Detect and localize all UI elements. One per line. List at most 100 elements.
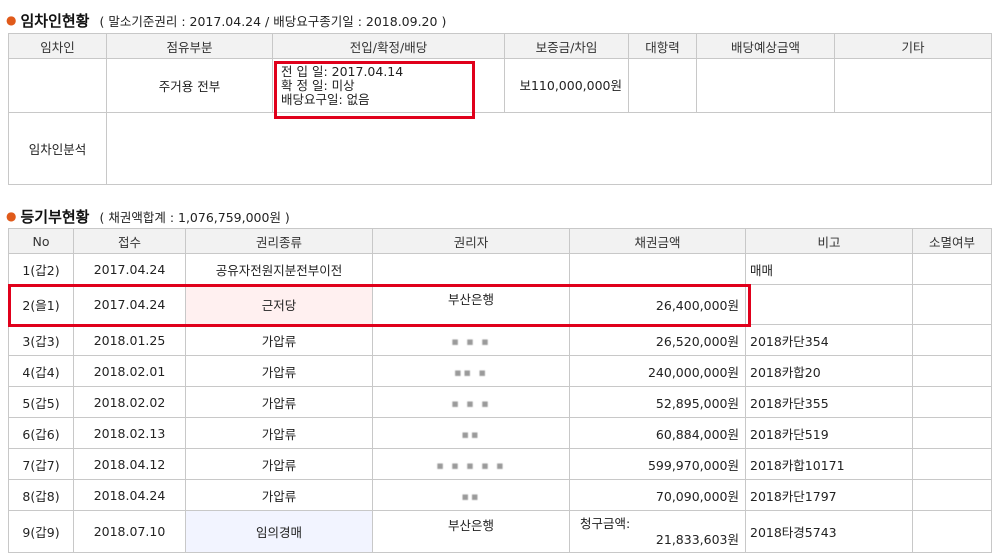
tenant-movein-cell: 전 입 일: 2017.04.14 확 정 일: 미상 배당요구일: 없음 [272,58,505,113]
row-date: 2017.04.24 [73,284,186,325]
row-note: 2018카단354 [745,324,913,356]
row-holder: 부산은행 [372,284,570,325]
col-header-movein: 전입/확정/배당 [272,33,505,59]
row-holder [372,253,570,285]
row-date: 2018.04.24 [73,479,186,511]
row-type: 가압류 [185,324,373,356]
row-note: 2018카단1797 [745,479,913,511]
bullet-icon: ● [6,209,17,223]
row-holder: ▪▪ [372,479,570,511]
row-type: 가압류 [185,448,373,480]
col-header-etc: 기타 [834,33,992,59]
row-note: 2018카합10171 [745,448,913,480]
tenant-row: 주거용 전부 전 입 일: 2017.04.14 확 정 일: 미상 배당요구일… [8,58,992,113]
row-type: 가압류 [185,479,373,511]
row-date: 2017.04.24 [73,253,186,285]
claim-amount-label: 청구금액: [580,515,631,531]
tenant-header-row: 임차인 점유부분 전입/확정/배당 보증금/차임 대항력 배당예상금액 기타 [8,33,992,59]
row-no: 3(갑3) [8,324,74,356]
table-row: 8(갑8) 2018.04.24 가압류 ▪▪ 70,090,000원 2018… [8,479,992,511]
col-header-extinguish: 소멸여부 [912,228,992,254]
redacted-holder: ▪▪ [461,427,481,441]
row-type: 가압류 [185,386,373,418]
col-header-no: No [8,228,74,254]
row-amount: 21,833,603원 [655,531,739,547]
tenant-table: 임차인 점유부분 전입/확정/배당 보증금/차임 대항력 배당예상금액 기타 주… [8,33,992,185]
row-note: 2018카단519 [745,417,913,449]
row-note: 2018카합20 [745,355,913,387]
row-holder: ▪ ▪ ▪ ▪ ▪ [372,448,570,480]
tenant-analysis-row: 임차인분석 [8,112,992,185]
row-extinguish [912,479,992,511]
registry-section-title: 등기부현황 [20,207,90,226]
row-holder: ▪ ▪ ▪ [372,386,570,418]
row-type: 가압류 [185,355,373,387]
row-extinguish [912,510,992,553]
row-no: 5(갑5) [8,386,74,418]
col-header-expected: 배당예상금액 [696,33,835,59]
redacted-holder: ▪ ▪ ▪ [451,334,491,348]
row-date: 2018.02.13 [73,417,186,449]
registry-section-header: ● 등기부현황 ( 채권액합계 : 1,076,759,000원 ) [6,204,290,228]
col-header-note: 비고 [745,228,913,254]
col-header-holder: 권리자 [372,228,570,254]
row-no: 9(갑9) [8,510,74,553]
col-header-right-type: 권리종류 [185,228,373,254]
row-no: 4(갑4) [8,355,74,387]
col-header-receipt: 접수 [73,228,186,254]
registry-header-row: No 접수 권리종류 권리자 채권금액 비고 소멸여부 [8,228,992,254]
redacted-holder: ▪▪ [461,489,481,503]
table-row: 2(을1) 2017.04.24 근저당 부산은행 26,400,000원 [8,284,992,325]
col-header-deposit: 보증금/차임 [504,33,629,59]
table-row: 7(갑7) 2018.04.12 가압류 ▪ ▪ ▪ ▪ ▪ 599,970,0… [8,448,992,480]
row-holder: ▪ ▪ ▪ [372,324,570,356]
row-holder: ▪▪ [372,417,570,449]
col-header-tenant: 임차인 [8,33,107,59]
tenant-section-subtitle: ( 말소기준권리 : 2017.04.24 / 배당요구종기일 : 2018.0… [99,13,447,29]
row-amount: 60,884,000원 [569,417,746,449]
row-no: 6(갑6) [8,417,74,449]
row-type: 공유자전원지분전부이전 [185,253,373,285]
table-row: 6(갑6) 2018.02.13 가압류 ▪▪ 60,884,000원 2018… [8,417,992,449]
row-extinguish [912,284,992,325]
row-date: 2018.02.02 [73,386,186,418]
row-holder: ▪▪ ▪ [372,355,570,387]
col-header-opposing: 대항력 [628,33,697,59]
row-extinguish [912,253,992,285]
row-amount: 70,090,000원 [569,479,746,511]
redacted-holder: ▪ ▪ ▪ [451,396,491,410]
row-date: 2018.02.01 [73,355,186,387]
dividend-request-date: 배당요구일: 없음 [281,91,370,107]
row-date: 2018.04.12 [73,448,186,480]
tenant-expected [696,58,835,113]
row-amount: 52,895,000원 [569,386,746,418]
tenant-name [8,58,107,113]
col-header-amount: 채권금액 [569,228,746,254]
registry-table: No 접수 권리종류 권리자 채권금액 비고 소멸여부 1(갑2) 2017.0… [8,228,992,553]
row-holder: 부산은행 [372,510,570,553]
tenant-opposing [628,58,697,113]
tenant-occupancy: 주거용 전부 [106,58,273,113]
redacted-holder: ▪▪ ▪ [454,365,488,379]
row-amount-cell: 청구금액: 21,833,603원 [569,510,746,553]
row-extinguish [912,417,992,449]
redacted-holder: ▪ ▪ ▪ ▪ ▪ [436,458,506,472]
row-amount: 599,970,000원 [569,448,746,480]
table-row: 1(갑2) 2017.04.24 공유자전원지분전부이전 매매 [8,253,992,285]
row-no: 1(갑2) [8,253,74,285]
row-amount [569,253,746,285]
row-amount: 26,520,000원 [569,324,746,356]
row-extinguish [912,386,992,418]
row-date: 2018.07.10 [73,510,186,553]
tenant-deposit: 보110,000,000원 [504,58,629,113]
tenant-etc [834,58,992,113]
tenant-section-header: ● 임차인현황 ( 말소기준권리 : 2017.04.24 / 배당요구종기일 … [6,8,446,32]
row-type: 근저당 [185,284,373,325]
table-row: 3(갑3) 2018.01.25 가압류 ▪ ▪ ▪ 26,520,000원 2… [8,324,992,356]
row-date: 2018.01.25 [73,324,186,356]
row-type: 임의경매 [185,510,373,553]
col-header-occupancy: 점유부분 [106,33,273,59]
analysis-label: 임차인분석 [8,112,107,185]
row-amount: 240,000,000원 [569,355,746,387]
fixed-date: 확 정 일: 미상 [281,77,355,93]
